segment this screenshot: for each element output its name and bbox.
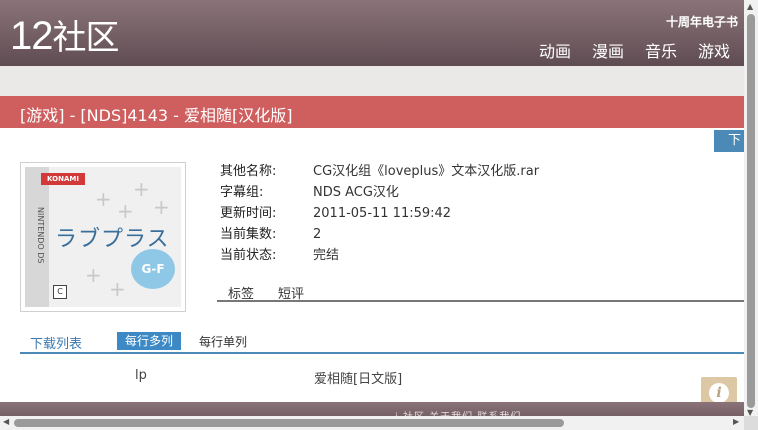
download-tabs: 下载列表 每行多列 每行单列 bbox=[20, 332, 744, 354]
info-key: 更新时间: bbox=[220, 206, 277, 221]
info-row-episodes: 当前集数: 2 bbox=[220, 227, 539, 248]
info-row-status: 当前状态: 完结 bbox=[220, 248, 539, 269]
download-item-title[interactable]: 爱相随[日文版] bbox=[314, 368, 402, 387]
scroll-right-icon[interactable]: ▶ bbox=[733, 417, 739, 426]
info-value: NDS ACG汉化 bbox=[313, 185, 399, 200]
age-rating: C bbox=[53, 285, 67, 299]
header-band bbox=[0, 66, 744, 96]
tab-reviews[interactable]: 短评 bbox=[278, 283, 304, 302]
title-bar: [游戏] - [NDS]4143 - 爱相随[汉化版] bbox=[0, 96, 744, 128]
page-title: [游戏] - [NDS]4143 - 爱相随[汉化版] bbox=[20, 106, 293, 125]
cover-art: KONAMI NINTENDO DS + + + + + + ラブプラス G-F… bbox=[25, 167, 181, 307]
scroll-left-icon[interactable]: ◀ bbox=[3, 417, 9, 426]
info-key: 当前状态: bbox=[220, 248, 277, 263]
info-key: 其他名称: bbox=[220, 164, 277, 179]
tab-tags[interactable]: 标签 bbox=[228, 283, 254, 302]
site-header: 12社区 十周年电子书 动画 漫画 音乐 游戏 bbox=[0, 0, 744, 67]
anniversary-ebook-link[interactable]: 十周年电子书 bbox=[666, 13, 738, 30]
info-key: 字幕组: bbox=[220, 185, 264, 200]
detail-tabs: 标签 短评 bbox=[217, 281, 744, 302]
plus-decoration-icon: + bbox=[85, 263, 102, 287]
platform-logo: NINTENDO DS bbox=[36, 207, 45, 264]
publisher-logo: KONAMI bbox=[41, 173, 85, 185]
site-logo[interactable]: 12社区 bbox=[10, 14, 120, 60]
plus-decoration-icon: + bbox=[95, 187, 112, 211]
info-key: 当前集数: bbox=[220, 227, 277, 242]
info-row-subgroup: 字幕组: NDS ACG汉化 bbox=[220, 185, 539, 206]
info-value: 2011-05-11 11:59:42 bbox=[313, 206, 452, 221]
logo-number: 12 bbox=[10, 14, 53, 58]
nav-manga[interactable]: 漫画 bbox=[592, 38, 624, 62]
nav-music[interactable]: 音乐 bbox=[645, 38, 677, 62]
scroll-up-icon[interactable]: ▲ bbox=[747, 2, 753, 11]
info-icon: i bbox=[709, 383, 729, 403]
logo-text: 社区 bbox=[52, 18, 120, 58]
tab-single-column[interactable]: 每行单列 bbox=[199, 333, 247, 350]
info-value: CG汉化组《loveplus》文本汉化版.rar bbox=[313, 164, 540, 179]
main-nav: 动画 漫画 音乐 游戏 bbox=[539, 38, 730, 62]
cover-image: KONAMI NINTENDO DS + + + + + + ラブプラス G-F… bbox=[20, 162, 186, 312]
tab-multi-column[interactable]: 每行多列 bbox=[117, 332, 182, 350]
info-value: 2 bbox=[313, 227, 322, 242]
info-list: 其他名称: CG汉化组《loveplus》文本汉化版.rar 字幕组: NDS … bbox=[220, 164, 539, 269]
download-tab[interactable]: 下 bbox=[714, 130, 744, 152]
scrollbar-corner bbox=[744, 416, 758, 430]
plus-decoration-icon: + bbox=[117, 199, 134, 223]
info-row-updated: 更新时间: 2011-05-11 11:59:42 bbox=[220, 206, 539, 227]
plus-decoration-icon: + bbox=[133, 177, 150, 201]
info-row-alt-name: 其他名称: CG汉化组《loveplus》文本汉化版.rar bbox=[220, 164, 539, 185]
horizontal-scroll-thumb[interactable] bbox=[14, 419, 564, 427]
cover-badge: G-F bbox=[131, 249, 175, 289]
vertical-scroll-thumb[interactable] bbox=[747, 14, 755, 408]
info-value: 完结 bbox=[313, 248, 340, 263]
plus-decoration-icon: + bbox=[153, 195, 170, 219]
tab-download-list[interactable]: 下载列表 bbox=[30, 333, 82, 352]
nav-anime[interactable]: 动画 bbox=[539, 38, 571, 62]
download-item-name[interactable]: lp bbox=[135, 368, 147, 383]
plus-decoration-icon: + bbox=[109, 277, 126, 301]
nav-games[interactable]: 游戏 bbox=[698, 38, 730, 62]
